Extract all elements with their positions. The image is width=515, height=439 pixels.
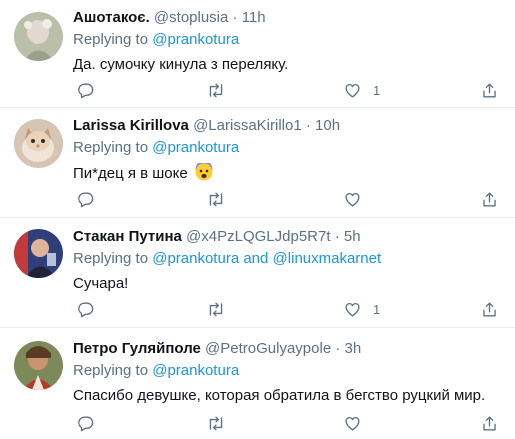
fearful-face-icon	[195, 163, 213, 181]
like-count: 1	[373, 301, 381, 317]
mention-link[interactable]: @prankotura	[152, 31, 239, 48]
tweet-item[interactable]: Стакан Путина @x4PzLQGLJdp5R7t · 5h Repl…	[0, 218, 515, 328]
retweet-button[interactable]	[206, 188, 226, 210]
share-icon	[483, 191, 496, 207]
mention-link[interactable]: @linuxmakarnet	[273, 250, 382, 267]
replying-to: Replying to @prankotura	[73, 361, 505, 381]
reply-icon	[78, 301, 94, 317]
heart-icon	[345, 192, 360, 207]
replying-to: Replying to @prankotura	[73, 138, 505, 158]
replying-label: Replying to	[73, 31, 149, 48]
tweet-text: Да. сумочку кинула з переляку.	[73, 56, 289, 73]
mention-joiner: and	[243, 250, 269, 267]
reply-icon	[78, 415, 94, 431]
like-button[interactable]: 1	[343, 298, 380, 320]
share-button[interactable]	[480, 412, 499, 434]
reply-button[interactable]	[76, 298, 95, 320]
share-icon	[483, 415, 496, 431]
replying-label: Replying to	[73, 250, 149, 267]
author-handle[interactable]: @PetroGulyaypole	[205, 340, 331, 357]
reply-icon	[78, 191, 94, 207]
share-icon	[483, 301, 496, 317]
timestamp[interactable]: 5h	[344, 228, 361, 245]
tweet-item[interactable]: Петро Гуляйполе @PetroGulyaypole · 3h Re…	[0, 328, 515, 439]
timestamp[interactable]: 10h	[315, 117, 340, 134]
like-button[interactable]	[343, 188, 373, 210]
like-button[interactable]	[343, 412, 373, 434]
timestamp[interactable]: 11h	[242, 9, 266, 26]
separator-dot: ·	[334, 228, 340, 245]
tweet-item[interactable]: Ашотакоє. @stoplusia · 11h Replying to @…	[0, 0, 515, 108]
retweet-button[interactable]	[206, 412, 226, 434]
replying-label: Replying to	[73, 139, 149, 156]
retweet-icon	[209, 415, 223, 431]
separator-dot: ·	[335, 340, 341, 357]
separator-dot: ·	[305, 117, 311, 134]
mention-link[interactable]: @prankotura	[152, 250, 239, 267]
share-button[interactable]	[480, 188, 499, 210]
share-icon	[483, 82, 496, 98]
heart-icon	[345, 302, 360, 317]
retweet-button[interactable]	[206, 298, 226, 320]
tweet-text-row: Пи*дец я в шоке	[73, 163, 505, 184]
reply-button[interactable]	[76, 188, 95, 210]
share-button[interactable]	[480, 298, 499, 320]
tweet-item[interactable]: Larissa Kirillova @LarissaKirillo1 · 10h…	[0, 108, 515, 218]
mention-link[interactable]: @prankotura	[152, 139, 239, 156]
share-button[interactable]	[480, 79, 499, 101]
tweet-actions	[73, 188, 503, 210]
retweet-icon	[209, 191, 223, 207]
tweet-text: Спасибо девушке, которая обратила в бегс…	[73, 387, 486, 404]
reply-button[interactable]	[76, 412, 95, 434]
tweet-actions	[73, 412, 503, 434]
tweet-text: Пи*дец я в шоке	[73, 165, 188, 182]
mention-link[interactable]: @prankotura	[152, 362, 239, 379]
retweet-button[interactable]	[206, 79, 226, 101]
timestamp[interactable]: 3h	[345, 340, 362, 357]
tweet-actions: 1	[73, 298, 503, 320]
replying-to: Replying to @prankotura and @linuxmakarn…	[73, 249, 505, 269]
avatar[interactable]	[14, 12, 63, 61]
replying-label: Replying to	[73, 362, 149, 379]
reply-button[interactable]	[76, 79, 95, 101]
author-name[interactable]: Ашотакоє.	[73, 9, 150, 26]
like-count: 1	[373, 82, 381, 98]
author-name[interactable]: Стакан Путина	[73, 228, 182, 245]
tweet-actions: 1	[73, 79, 503, 101]
author-handle[interactable]: @stoplusia	[154, 9, 228, 26]
author-name[interactable]: Larissa Kirillova	[73, 117, 189, 134]
heart-icon	[345, 416, 360, 431]
separator-dot: ·	[232, 9, 238, 26]
retweet-icon	[209, 301, 223, 317]
avatar[interactable]	[14, 119, 63, 168]
reply-icon	[78, 82, 94, 98]
author-handle[interactable]: @x4PzLQGLJdp5R7t	[186, 228, 330, 245]
tweet-text: Сучара!	[73, 275, 129, 292]
retweet-icon	[209, 82, 223, 98]
like-button[interactable]: 1	[343, 79, 380, 101]
avatar[interactable]	[14, 229, 63, 278]
author-handle[interactable]: @LarissaKirillo1	[193, 117, 302, 134]
author-name[interactable]: Петро Гуляйполе	[73, 340, 201, 357]
avatar[interactable]	[14, 341, 63, 390]
heart-icon	[345, 83, 360, 98]
replying-to: Replying to @prankotura	[73, 30, 505, 50]
